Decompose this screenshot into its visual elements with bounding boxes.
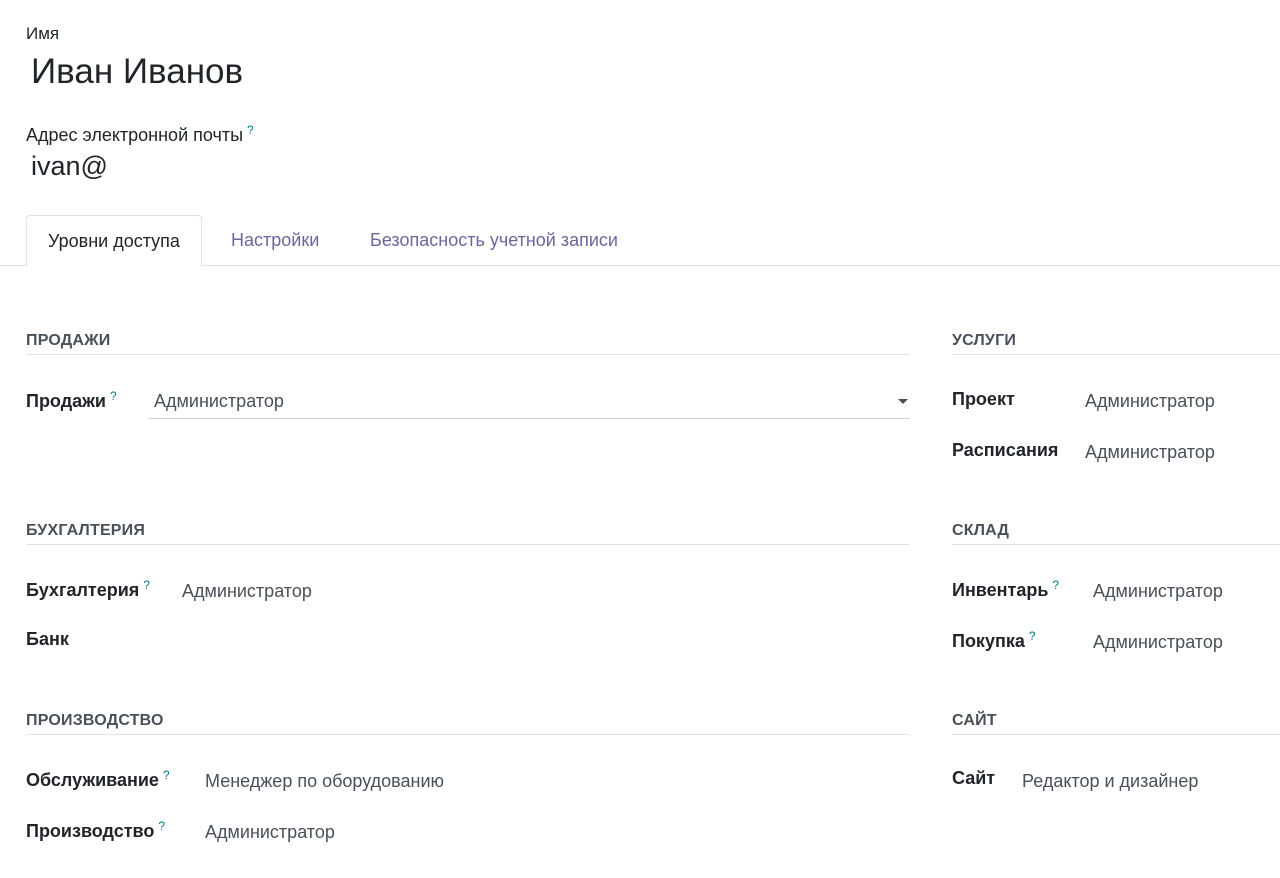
field-label-maintenance-text: Обслуживание [26, 770, 159, 790]
name-label: Имя [26, 24, 60, 43]
section-title-sales: ПРОДАЖИ [26, 332, 111, 349]
field-label-manufacturing-text: Производство [26, 821, 155, 841]
section-divider-manufacturing [26, 734, 910, 735]
field-label-inventory-text: Инвентарь [952, 580, 1049, 600]
maintenance-help-icon[interactable]: ? [163, 768, 170, 782]
sales-help-icon[interactable]: ? [110, 389, 117, 403]
section-divider-accounting [26, 544, 910, 545]
timesheets-role-select[interactable]: Администратор [1085, 442, 1215, 463]
inventory-help-icon[interactable]: ? [1052, 578, 1059, 592]
field-label-maintenance: Обслуживание? [26, 768, 170, 791]
email-label-text: Адрес электронной почты [26, 125, 244, 145]
tab-account-security[interactable]: Безопасность учетной записи [349, 215, 639, 265]
field-label-bank: Банк [26, 629, 69, 649]
section-divider-services [952, 354, 1280, 355]
website-role-select[interactable]: Редактор и дизайнер [1022, 771, 1198, 792]
field-label-purchase-text: Покупка [952, 631, 1025, 651]
field-label-timesheets: Расписания [952, 440, 1059, 460]
accounting-role-select[interactable]: Администратор [182, 581, 312, 602]
purchase-role-select[interactable]: Администратор [1093, 632, 1223, 653]
field-label-website: Сайт [952, 768, 996, 788]
section-divider-website [952, 734, 1280, 735]
project-role-select[interactable]: Администратор [1085, 391, 1215, 412]
section-divider-sales [26, 354, 910, 355]
manufacturing-role-select[interactable]: Администратор [205, 822, 335, 843]
purchase-help-icon[interactable]: ? [1029, 629, 1036, 643]
tab-access-rights[interactable]: Уровни доступа [26, 215, 202, 267]
section-title-services: УСЛУГИ [952, 332, 1017, 349]
maintenance-role-select[interactable]: Менеджер по оборудованию [205, 771, 444, 792]
caret-down-icon [898, 399, 908, 404]
field-label-accounting: Бухгалтерия? [26, 578, 150, 601]
section-divider-warehouse [952, 544, 1280, 545]
section-title-manufacturing: ПРОИЗВОДСТВО [26, 712, 164, 729]
sales-role-select[interactable]: Администратор [148, 386, 910, 419]
accounting-help-icon[interactable]: ? [143, 578, 150, 592]
name-field[interactable]: Иван Иванов [31, 52, 243, 92]
field-label-purchase: Покупка? [952, 629, 1036, 652]
field-label-accounting-text: Бухгалтерия [26, 580, 140, 600]
tab-preferences[interactable]: Настройки [210, 215, 340, 265]
field-label-project: Проект [952, 389, 1015, 409]
field-label-manufacturing: Производство? [26, 819, 165, 842]
sales-role-value: Администратор [154, 391, 284, 411]
email-label: Адрес электронной почты? [26, 123, 254, 146]
field-label-inventory: Инвентарь? [952, 578, 1059, 601]
email-help-icon[interactable]: ? [247, 123, 254, 137]
section-title-accounting: БУХГАЛТЕРИЯ [26, 522, 146, 539]
email-field[interactable]: ivan@ [31, 151, 108, 182]
section-title-website: САЙТ [952, 712, 997, 729]
field-label-sales-text: Продажи [26, 391, 106, 411]
manufacturing-help-icon[interactable]: ? [158, 819, 165, 833]
inventory-role-select[interactable]: Администратор [1093, 581, 1223, 602]
field-label-sales: Продажи? [26, 389, 117, 412]
section-title-warehouse: СКЛАД [952, 522, 1010, 539]
